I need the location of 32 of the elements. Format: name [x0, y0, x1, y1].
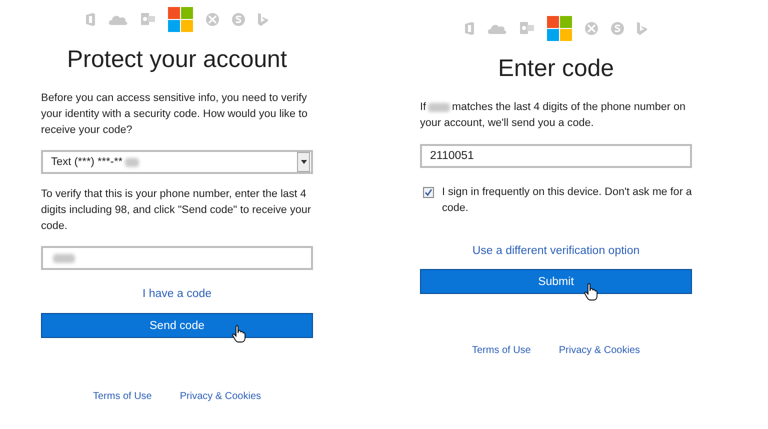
xbox-icon	[585, 22, 598, 34]
footer-link[interactable]: Privacy & Cookies	[180, 391, 262, 402]
cloud-icon	[487, 22, 507, 34]
xbox-icon	[206, 12, 219, 26]
mail-icon	[141, 13, 155, 25]
page-title: Protect your account	[66, 45, 288, 75]
bing-icon	[637, 22, 647, 34]
page-title: Enter code	[496, 54, 616, 84]
checkbox-label: I sign in frequently on this device. Don't ask me for a code.	[442, 185, 692, 216]
footer-link[interactable]: Privacy & Cookies	[558, 345, 640, 356]
hand-cursor-icon	[584, 283, 598, 301]
windows-logo	[547, 16, 572, 40]
have-code-link[interactable]: I have a code	[142, 288, 212, 300]
office-icon	[465, 22, 474, 34]
remember-checkbox[interactable]	[423, 187, 434, 198]
instructions-paragraph: To verify that this is your phone number, enter the last 4 digits including 98, and click "Send code" to receive your code.	[41, 187, 312, 234]
code-input-field[interactable]: 2110051	[420, 144, 692, 168]
footer-link[interactable]: Terms of Use	[472, 345, 531, 356]
office-icon	[86, 12, 95, 26]
skype-icon	[232, 12, 245, 26]
cloud-icon	[108, 14, 128, 24]
intro-paragraph: If matches the last 4 digits of the phone number on your account, we'll send you a code.	[420, 100, 686, 131]
delivery-select[interactable]: Text (***) ***-**	[41, 150, 313, 174]
skype-icon	[611, 22, 624, 34]
windows-logo	[168, 6, 193, 32]
bing-icon	[258, 12, 268, 26]
intro-paragraph: Before you can access sensitive info, you need to verify your identity with a security code. How would you like to receive your code?	[41, 91, 308, 138]
footer-link[interactable]: Terms of Use	[92, 391, 152, 402]
digits-input-field[interactable]	[41, 246, 313, 270]
mail-icon	[520, 22, 534, 34]
different-option-link[interactable]: Use a different verification option	[472, 245, 640, 257]
hand-cursor-icon	[232, 325, 246, 343]
